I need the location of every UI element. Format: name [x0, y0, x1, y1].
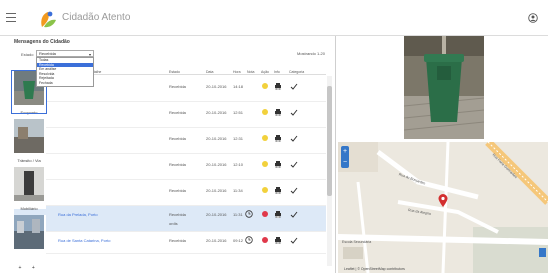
thumbnail[interactable]: Mobiliário [12, 167, 46, 211]
thumbnail-caption: Ecoponto [20, 110, 38, 115]
map-view[interactable]: + − Rua Faria Guimarães Rua do Bonjardim… [338, 142, 548, 273]
check-icon[interactable] [290, 83, 298, 90]
state-option[interactable]: Fechada [37, 81, 93, 86]
check-icon[interactable] [290, 109, 298, 116]
top-bar: Cidadão Atento [0, 0, 548, 36]
hamburger-icon[interactable] [6, 13, 16, 22]
zoom-control: + − [341, 146, 349, 168]
app-window: Cidadão Atento Mensagens do Cidadão Esta… [0, 0, 548, 273]
row-date: 20-10-2016 [206, 84, 227, 89]
row-date: 20-10-2016 [206, 212, 227, 217]
table-row[interactable]: Recebida 20-10-2016 11:34 [14, 180, 326, 206]
thumbnail-caption: Trânsito / Via [17, 158, 41, 163]
thumbnail-strip: Ecoponto Trânsito / Via Mobiliário [11, 70, 47, 271]
row-date: 20-10-2016 [206, 162, 227, 167]
row-extra: ordis [169, 221, 178, 226]
zoom-in-button[interactable]: + [341, 146, 349, 157]
photo-thumbnail [14, 119, 44, 153]
row-time: 12:51 [233, 110, 244, 115]
row-location[interactable]: Rua da Prelada, Porto [58, 212, 98, 217]
row-time: 14:18 [233, 84, 244, 89]
row-state: Recebida [169, 84, 186, 89]
print-icon[interactable] [274, 109, 282, 116]
column-header[interactable]: Categoria [289, 70, 304, 74]
messages-panel: Mensagens do Cidadão Estado Recebida ▾ M… [0, 36, 336, 273]
check-icon[interactable] [290, 237, 298, 244]
row-location[interactable]: Rua de Santa Catarina, Porto [58, 238, 110, 243]
thumbnail[interactable]: Trânsito / Via [12, 119, 46, 163]
column-header[interactable]: Ação [261, 70, 269, 74]
column-header[interactable]: Estado [169, 70, 180, 74]
pagination-info: Mostrando 1-20 [296, 51, 325, 56]
panel-title: Mensagens do Cidadão [14, 39, 70, 45]
thumbnail-caption: Mobiliário [20, 206, 38, 211]
clock-icon [245, 236, 253, 244]
row-time: 12:10 [233, 162, 244, 167]
photo-thumbnail [14, 167, 44, 201]
status-dot [262, 187, 268, 193]
row-time: 11:31 [233, 212, 243, 217]
check-icon[interactable] [290, 187, 298, 194]
status-dot [262, 237, 268, 243]
column-header[interactable]: Data [206, 70, 213, 74]
row-time: 11:34 [233, 188, 243, 193]
print-icon[interactable] [274, 161, 282, 168]
map-tiles [338, 142, 548, 273]
table-row[interactable]: Recebida 20-10-2016 12:31 [14, 128, 326, 154]
row-time: 09:12 [233, 238, 244, 243]
thumbnail[interactable] [12, 215, 46, 257]
map-layer-button[interactable] [539, 248, 546, 257]
status-dot [262, 211, 268, 217]
row-state: Recebida [169, 136, 186, 141]
table-row[interactable]: Recebida 20-10-2016 12:10 [14, 154, 326, 180]
row-state: Recebida [169, 162, 186, 167]
user-icon[interactable] [528, 13, 538, 23]
column-header[interactable]: Info [274, 70, 280, 74]
status-dot [262, 109, 268, 115]
logo-icon [41, 11, 56, 28]
print-icon[interactable] [274, 237, 282, 244]
status-dot [262, 161, 268, 167]
table-row-selected[interactable]: Rua da Prelada, Porto Recebida ordis 20-… [14, 206, 326, 232]
place-label: Escola Secundária [342, 240, 372, 244]
row-date: 20-10-2016 [206, 136, 227, 141]
table-scrollbar[interactable] [327, 76, 332, 266]
check-icon[interactable] [290, 211, 298, 218]
status-dot [262, 83, 268, 89]
row-state: Recebida [169, 238, 186, 243]
clock-icon [245, 210, 253, 218]
row-state: Recebida [169, 188, 186, 193]
print-icon[interactable] [274, 187, 282, 194]
app-title: Cidadão Atento [62, 12, 131, 23]
column-header[interactable]: Nota [247, 70, 254, 74]
scrollbar-thumb[interactable] [327, 86, 332, 196]
row-state: Recebida [169, 110, 186, 115]
row-state: Recebida [169, 212, 186, 217]
state-filter-value: Recebida [39, 51, 56, 56]
zoom-out-button[interactable]: − [341, 157, 349, 168]
report-photo [404, 36, 484, 139]
print-icon[interactable] [274, 135, 282, 142]
map-attribution[interactable]: Leaflet | © OpenStreetMap contributors [344, 267, 405, 271]
map-marker-icon[interactable] [438, 194, 448, 207]
state-filter-options: Todas Recebida Em análise Resolvida Reje… [36, 57, 94, 87]
row-time: 12:31 [233, 136, 244, 141]
status-dot [262, 135, 268, 141]
check-icon[interactable] [290, 135, 298, 142]
table-row[interactable]: Recebida 20-10-2016 12:51 [14, 102, 326, 128]
print-icon[interactable] [274, 211, 282, 218]
photo-thumbnail [14, 215, 44, 249]
check-icon[interactable] [290, 161, 298, 168]
row-date: 20-10-2016 [206, 110, 227, 115]
print-icon[interactable] [274, 83, 282, 90]
state-filter-label: Estado [21, 52, 34, 57]
row-date: 20-10-2016 [206, 188, 227, 193]
state-filter-select[interactable]: Recebida ▾ [36, 50, 94, 57]
row-date: 20-10-2016 [206, 238, 227, 243]
table-row[interactable]: Rua de Santa Catarina, Porto Recebida 20… [14, 232, 326, 254]
column-header[interactable]: Hora [233, 70, 241, 74]
